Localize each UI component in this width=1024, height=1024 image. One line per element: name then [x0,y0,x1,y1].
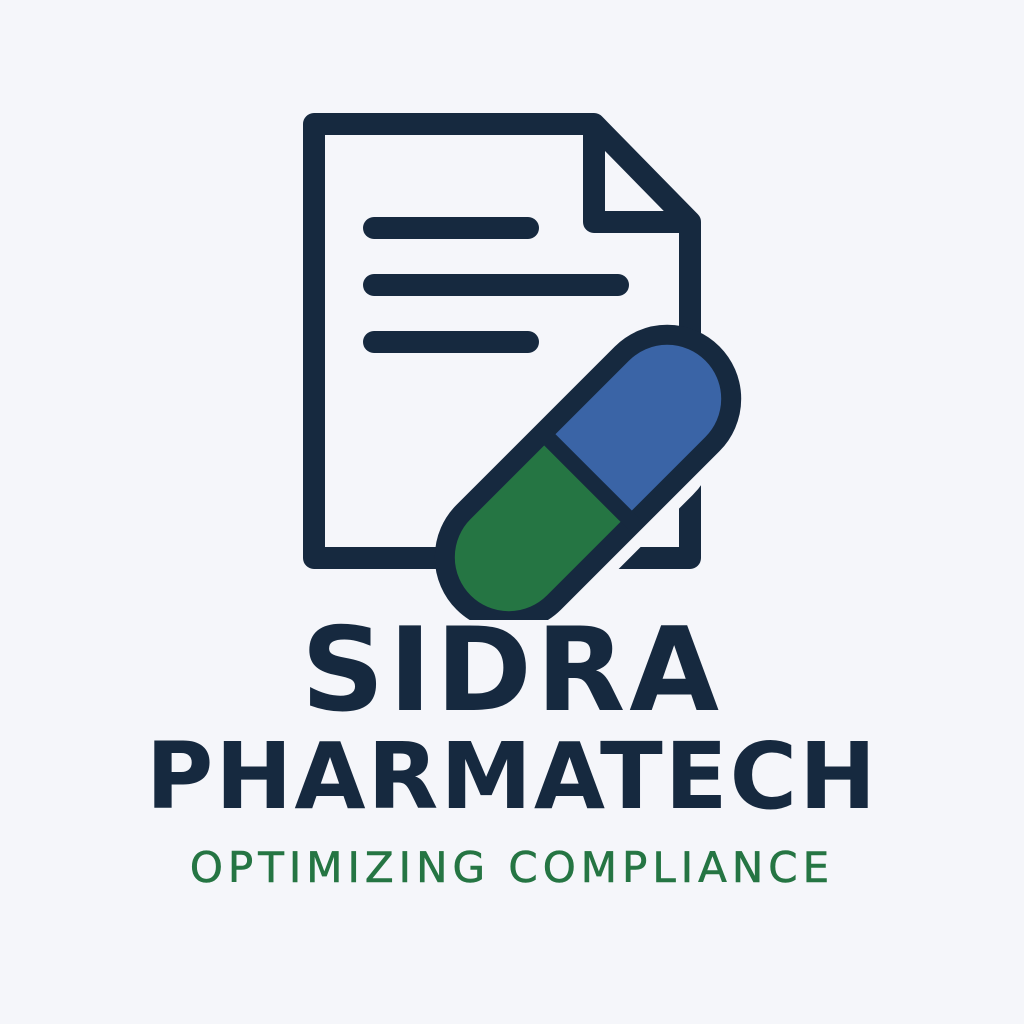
logo-emblem [303,113,742,620]
logo-canvas: SIDRA PHARMATECH OPTIMIZING COMPLIANCE [0,0,1024,1024]
brand-name-line-1: SIDRA [300,603,724,738]
brand-name-line-2: PHARMATECH [145,723,879,830]
brand-tagline: OPTIMIZING COMPLIANCE [189,843,835,893]
